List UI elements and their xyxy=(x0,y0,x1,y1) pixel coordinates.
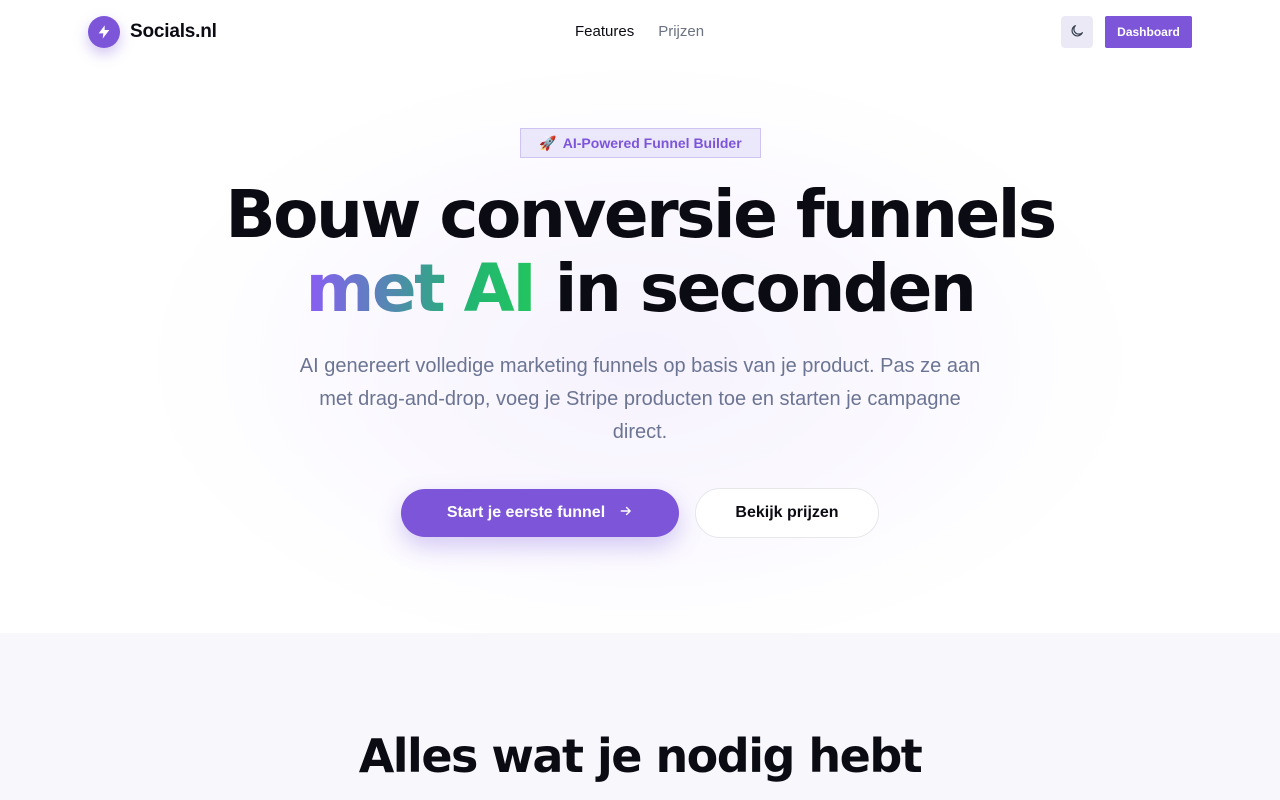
theme-toggle-button[interactable] xyxy=(1061,16,1093,48)
hero-badge-text: AI-Powered Funnel Builder xyxy=(562,135,742,151)
site-header: Socials.nl Features Prijzen Dashboard xyxy=(0,0,1280,64)
main-nav: Features Prijzen xyxy=(575,23,704,40)
brand-name: Socials.nl xyxy=(130,21,217,42)
nav-item-features[interactable]: Features xyxy=(575,23,634,40)
headline-gradient-text: met AI xyxy=(305,250,537,327)
rocket-icon: 🚀 xyxy=(539,134,557,151)
start-funnel-label: Start je eerste funnel xyxy=(446,504,606,521)
moon-icon xyxy=(1069,23,1085,42)
hero-headline: Bouw conversie funnels met AI in seconde… xyxy=(0,178,1280,326)
hero-subtitle: AI genereert volledige marketing funnels… xyxy=(299,355,981,443)
arrow-right-icon xyxy=(619,504,633,523)
features-section: Alles wat je nodig hebt xyxy=(0,633,1280,800)
view-pricing-button[interactable]: Bekijk prijzen xyxy=(695,488,879,538)
features-title: Alles wat je nodig hebt xyxy=(358,729,923,783)
headline-line-1: Bouw conversie funnels xyxy=(225,176,1057,253)
brand-logo-link[interactable]: Socials.nl xyxy=(88,16,217,48)
lightning-bolt-icon xyxy=(88,16,120,48)
hero-badge: 🚀 AI-Powered Funnel Builder xyxy=(520,128,761,158)
nav-item-prijzen[interactable]: Prijzen xyxy=(658,23,704,40)
landing-page: Socials.nl Features Prijzen Dashboard 🚀 … xyxy=(0,0,1280,800)
dashboard-button[interactable]: Dashboard xyxy=(1105,16,1192,48)
headline-rest: in seconden xyxy=(554,250,977,327)
start-funnel-button[interactable]: Start je eerste funnel xyxy=(401,489,679,537)
